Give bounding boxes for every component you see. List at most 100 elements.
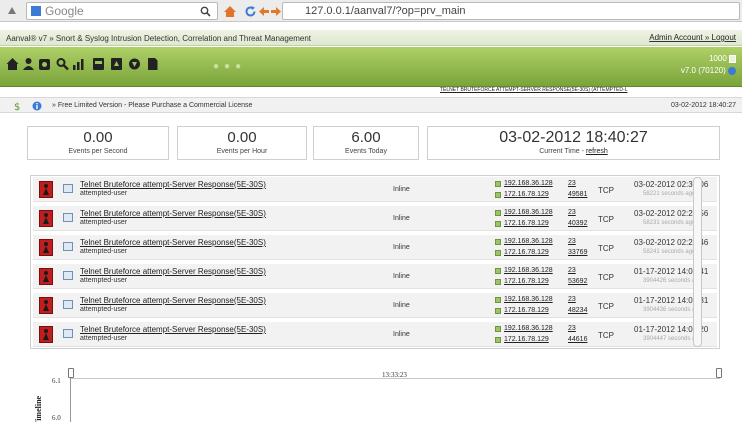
destination-ip-link[interactable]: 172.16.78.129	[504, 278, 549, 285]
alert-row[interactable]: Telnet Bruteforce attempt-Server Respons…	[33, 264, 717, 289]
alert-signature-link[interactable]: Telnet Bruteforce attempt-Server Respons…	[80, 296, 266, 305]
alert-mode: Inline	[393, 302, 410, 309]
destination-port-link[interactable]: 44616	[568, 336, 587, 343]
nav-sensors-icon[interactable]	[110, 57, 123, 71]
alert-row[interactable]: Telnet Bruteforce attempt-Server Respons…	[33, 322, 717, 347]
alert-ticker-link[interactable]: TELNET BRUTEFORCE ATTEMPT-SERVER RESPONS…	[440, 87, 627, 93]
alert-signature-link[interactable]: Telnet Bruteforce attempt-Server Respons…	[80, 325, 266, 334]
details-icon[interactable]	[63, 329, 73, 338]
source-port-link[interactable]: 23	[568, 209, 576, 216]
browser-search-input[interactable]: Google	[26, 2, 218, 20]
severity-high-icon[interactable]	[39, 181, 53, 198]
nav-more-dots: ●●●	[213, 61, 247, 72]
destination-ip-link[interactable]: 172.16.78.129	[504, 336, 549, 343]
destination-ip-icon[interactable]	[495, 192, 501, 198]
nav-documents-icon[interactable]	[146, 57, 159, 71]
details-icon[interactable]	[63, 213, 73, 222]
nav-reports-icon[interactable]	[72, 57, 85, 71]
refresh-link[interactable]: refresh	[586, 148, 608, 155]
alert-protocol: TCP	[598, 244, 614, 253]
destination-ip-icon[interactable]	[495, 337, 501, 343]
reload-icon[interactable]	[242, 2, 258, 20]
source-ip-icon[interactable]	[495, 239, 501, 245]
info-icon[interactable]	[728, 66, 736, 75]
source-ip-icon[interactable]	[495, 326, 501, 332]
details-icon[interactable]	[63, 184, 73, 193]
severity-high-icon[interactable]	[39, 239, 53, 256]
destination-ip-link[interactable]: 172.16.78.129	[504, 191, 549, 198]
nav-users-icon[interactable]	[22, 57, 35, 71]
alert-signature-link[interactable]: Telnet Bruteforce attempt-Server Respons…	[80, 209, 266, 218]
doc-status-icon[interactable]	[729, 54, 736, 63]
source-port-link[interactable]: 23	[568, 238, 576, 245]
logout-link[interactable]: Logout	[712, 33, 736, 42]
destination-port-link[interactable]: 49581	[568, 191, 587, 198]
source-port-link[interactable]: 23	[568, 180, 576, 187]
severity-high-icon[interactable]	[39, 326, 53, 343]
back-icon[interactable]	[258, 2, 270, 20]
nav-settings-icon[interactable]	[38, 57, 51, 71]
home-icon[interactable]	[222, 2, 238, 20]
destination-port-link[interactable]: 48234	[568, 307, 587, 314]
license-info-icon[interactable]	[32, 101, 42, 111]
alert-row[interactable]: Telnet Bruteforce attempt-Server Respons…	[33, 206, 717, 231]
source-port-link[interactable]: 23	[568, 296, 576, 303]
browser-toolbar: Google 127.0.0.1/aanval7/?op=prv_main	[0, 0, 742, 22]
alert-signature-link[interactable]: Telnet Bruteforce attempt-Server Respons…	[80, 267, 266, 276]
destination-port-link[interactable]: 53692	[568, 278, 587, 285]
events-today-box: 6.00 Events Today	[313, 126, 419, 160]
stat-value: 0.00	[83, 129, 113, 146]
destination-port-link[interactable]: 33769	[568, 249, 587, 256]
alert-classification: attempted-user	[80, 190, 128, 197]
destination-ip-link[interactable]: 172.16.78.129	[504, 220, 549, 227]
destination-ip-icon[interactable]	[495, 308, 501, 314]
severity-high-icon[interactable]	[39, 210, 53, 227]
stat-label: Events Today	[345, 148, 387, 155]
nav-network-icon[interactable]	[128, 57, 141, 71]
alert-signature-link[interactable]: Telnet Bruteforce attempt-Server Respons…	[80, 180, 266, 189]
severity-high-icon[interactable]	[39, 297, 53, 314]
source-ip-icon[interactable]	[495, 297, 501, 303]
severity-high-icon[interactable]	[39, 268, 53, 285]
details-icon[interactable]	[63, 271, 73, 280]
search-icon[interactable]	[196, 2, 214, 20]
dollar-icon[interactable]: $	[12, 101, 22, 113]
alert-signature-link[interactable]: Telnet Bruteforce attempt-Server Respons…	[80, 238, 266, 247]
alert-protocol: TCP	[598, 302, 614, 311]
destination-ip-icon[interactable]	[495, 279, 501, 285]
details-icon[interactable]	[63, 242, 73, 251]
alerts-scrollbar[interactable]	[693, 177, 702, 347]
details-icon[interactable]	[63, 300, 73, 309]
alert-row[interactable]: Telnet Bruteforce attempt-Server Respons…	[33, 235, 717, 260]
nav-home-icon[interactable]	[6, 57, 19, 71]
destination-port-link[interactable]: 40392	[568, 220, 587, 227]
timeline-right-handle[interactable]	[716, 368, 722, 378]
main-nav: ●●● 1000 v7.0 (70120)	[0, 47, 742, 87]
forward-icon[interactable]	[270, 2, 282, 20]
source-ip-link[interactable]: 192.168.36.128	[504, 325, 553, 332]
app-menu-icon[interactable]	[4, 2, 20, 20]
alert-row[interactable]: Telnet Bruteforce attempt-Server Respons…	[33, 177, 717, 202]
source-port-link[interactable]: 23	[568, 267, 576, 274]
nav-search-icon[interactable]	[56, 57, 69, 71]
address-bar[interactable]: 127.0.0.1/aanval7/?op=prv_main	[282, 2, 740, 20]
source-port-link[interactable]: 23	[568, 325, 576, 332]
alert-row[interactable]: Telnet Bruteforce attempt-Server Respons…	[33, 293, 717, 318]
source-ip-link[interactable]: 192.168.36.128	[504, 180, 553, 187]
source-ip-icon[interactable]	[495, 181, 501, 187]
source-ip-link[interactable]: 192.168.36.128	[504, 238, 553, 245]
destination-ip-link[interactable]: 172.16.78.129	[504, 307, 549, 314]
source-ip-icon[interactable]	[495, 268, 501, 274]
timeline-left-handle[interactable]	[68, 368, 74, 378]
license-date: 03-02-2012 18:40:27	[671, 102, 736, 109]
destination-ip-icon[interactable]	[495, 250, 501, 256]
current-time-label: Current Time - refresh	[539, 148, 608, 155]
source-ip-link[interactable]: 192.168.36.128	[504, 267, 553, 274]
source-ip-icon[interactable]	[495, 210, 501, 216]
destination-ip-icon[interactable]	[495, 221, 501, 227]
source-ip-link[interactable]: 192.168.36.128	[504, 209, 553, 216]
destination-ip-link[interactable]: 172.16.78.129	[504, 249, 549, 256]
nav-events-icon[interactable]	[92, 57, 105, 71]
admin-account-link[interactable]: Admin Account	[649, 33, 702, 42]
source-ip-link[interactable]: 192.168.36.128	[504, 296, 553, 303]
